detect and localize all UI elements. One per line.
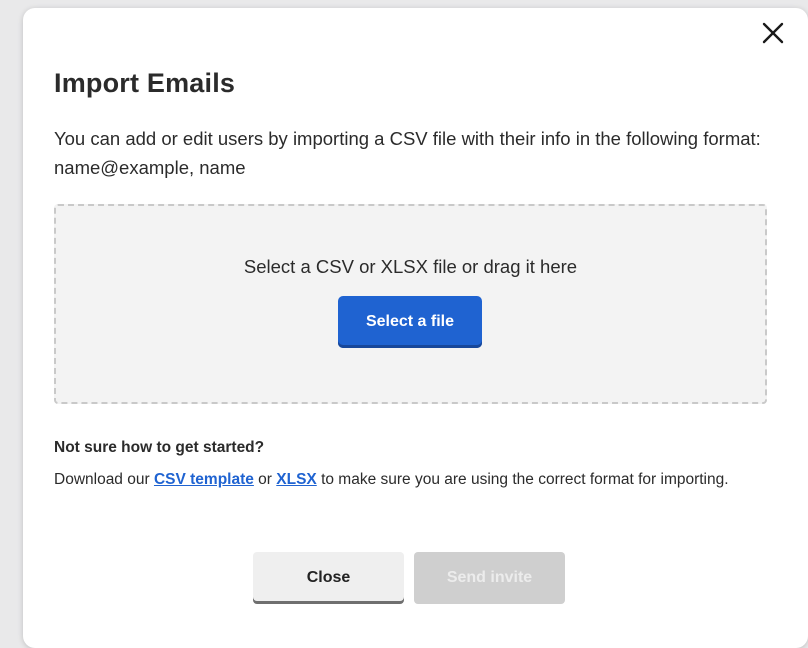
close-button[interactable]: Close — [253, 552, 404, 604]
select-file-button[interactable]: Select a file — [338, 296, 482, 348]
help-text: Download our CSV template or XLSX to mak… — [54, 466, 774, 494]
xlsx-link[interactable]: XLSX — [276, 471, 316, 488]
help-text-prefix: Download our — [54, 471, 154, 488]
csv-template-link[interactable]: CSV template — [154, 471, 254, 488]
help-text-suffix: to make sure you are using the correct f… — [316, 471, 729, 488]
close-icon — [762, 22, 784, 44]
dialog-title: Import Emails — [54, 68, 236, 98]
import-emails-dialog: Import Emails You can add or edit users … — [23, 8, 808, 648]
help-heading: Not sure how to get started? — [54, 439, 265, 456]
file-dropzone[interactable]: Select a CSV or XLSX file or drag it her… — [54, 204, 767, 404]
close-dialog-button[interactable] — [761, 21, 785, 45]
dropzone-prompt: Select a CSV or XLSX file or drag it her… — [243, 256, 578, 277]
send-invite-button[interactable]: Send invite — [414, 552, 565, 604]
help-text-middle: or — [253, 471, 277, 488]
dialog-description: You can add or edit users by importing a… — [54, 128, 761, 178]
